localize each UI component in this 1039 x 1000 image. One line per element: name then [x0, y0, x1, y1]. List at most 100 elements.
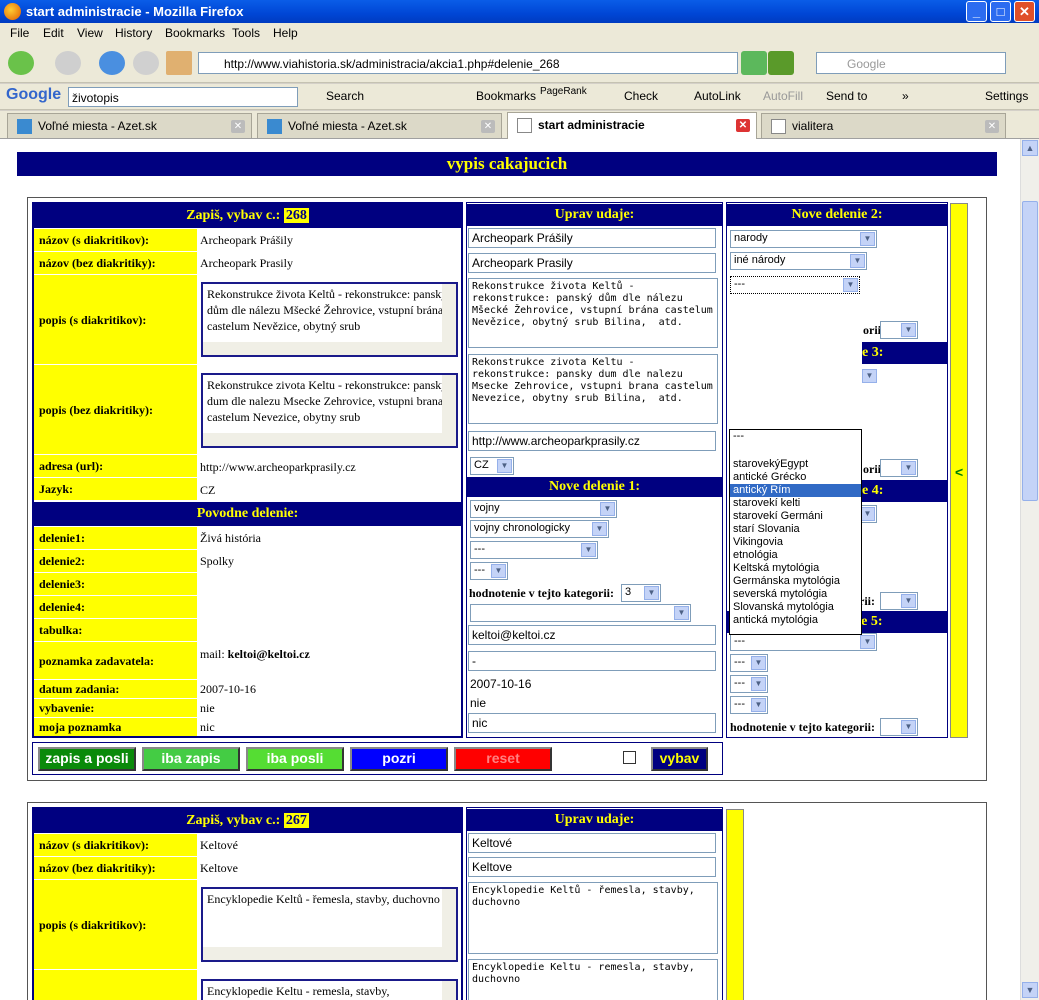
edit-dash[interactable]: -	[468, 651, 716, 671]
minimize-button[interactable]: _	[966, 1, 987, 22]
page-scrollbar[interactable]: ▲ ▼	[1020, 139, 1039, 1000]
nd1-select-4[interactable]: --- ▼	[470, 562, 508, 580]
forward-icon[interactable]	[55, 51, 81, 75]
more-button[interactable]: »	[902, 89, 909, 103]
edit2-nazov2[interactable]: Keltove	[468, 857, 716, 877]
sendto-button[interactable]: Send to	[826, 89, 867, 103]
stop-icon[interactable]	[133, 51, 159, 75]
collapse-bar[interactable]: <	[950, 203, 968, 738]
dropdown-option[interactable]: starí Slovania	[730, 523, 861, 536]
nd1-select-2[interactable]: vojny chronologicky ▼	[470, 520, 609, 538]
settings-button[interactable]: Settings	[985, 89, 1028, 103]
nd5-hodnotenie-label: hodnotenie v tejto kategorii:	[730, 720, 875, 734]
nd2-select-1[interactable]: narody ▼	[730, 230, 877, 248]
go-icon[interactable]	[741, 51, 767, 75]
value-moja: nic	[200, 720, 215, 734]
nd5-select-3[interactable]: --- ▼	[730, 675, 768, 693]
nd5-select-2[interactable]: --- ▼	[730, 654, 768, 672]
maximize-button[interactable]: □	[990, 1, 1011, 22]
zapis-a-posli-button[interactable]: zapis a posli	[38, 747, 136, 771]
nd1-select-1[interactable]: vojny ▼	[470, 500, 617, 518]
home-icon[interactable]	[166, 51, 192, 75]
tab-azet-1[interactable]: Voľné miesta - Azet.sk ✕	[7, 113, 252, 138]
nd1-hodnotenie-select[interactable]: 3 ▼	[621, 584, 661, 602]
dropdown-option[interactable]: Keltská mytológia	[730, 562, 861, 575]
menu-bookmarks[interactable]: Bookmarks	[165, 26, 225, 40]
edit-nazov[interactable]: Archeopark Prášily	[468, 228, 716, 248]
nd2-select-3[interactable]: --- ▼	[730, 276, 860, 294]
edit2-popis2[interactable]: Encyklopedie Keltu - remesla, stavby, du…	[468, 959, 718, 1000]
nd3-hodnotenie-select[interactable]: ▼	[880, 459, 918, 477]
dropdown-option[interactable]: severská mytológia	[730, 588, 861, 601]
nd2-select-2[interactable]: iné národy ▼	[730, 252, 867, 270]
autolink-button[interactable]: AutoLink	[694, 89, 741, 103]
tab-azet-2[interactable]: Voľné miesta - Azet.sk ✕	[257, 113, 502, 138]
nd5-hodnotenie-select[interactable]: ▼	[880, 718, 918, 736]
dropdown-option[interactable]	[730, 443, 861, 458]
tab-close-icon[interactable]: ✕	[736, 119, 750, 132]
dropdown-option[interactable]: starovekí kelti	[730, 497, 861, 510]
edit-popis2[interactable]: Rekonstrukce zivota Keltu - rekonstrukce…	[468, 354, 718, 424]
tab-close-icon[interactable]: ✕	[231, 120, 245, 133]
nd4-hodnotenie-select[interactable]: ▼	[880, 592, 918, 610]
menu-help[interactable]: Help	[273, 26, 298, 40]
tab-close-icon[interactable]: ✕	[481, 120, 495, 133]
dropdown-option[interactable]: etnológia	[730, 549, 861, 562]
dropdown-option[interactable]: antická mytológia	[730, 614, 861, 627]
back-icon[interactable]	[8, 51, 34, 75]
value-nazov: Archeopark Prášily	[200, 233, 293, 247]
autofill-button[interactable]: AutoFill	[763, 89, 803, 103]
scroll-up-icon[interactable]: ▲	[1022, 140, 1038, 156]
nd2-dropdown-list: --- starovekýEgypt antické Grécko antick…	[729, 429, 862, 635]
nd1-select-3[interactable]: --- ▼	[470, 541, 598, 559]
dropdown-option[interactable]: ---	[730, 430, 861, 443]
vybav-button[interactable]: vybav	[651, 747, 708, 771]
nd2-hodnotenie-select[interactable]: ▼	[880, 321, 918, 339]
edit-moja[interactable]: nic	[468, 713, 716, 733]
menu-file[interactable]: File	[10, 26, 29, 40]
menu-history[interactable]: History	[115, 26, 152, 40]
tab-close-icon[interactable]: ✕	[985, 120, 999, 133]
collapse-bar-2[interactable]	[726, 809, 744, 1000]
label-d3: delenie3:	[34, 573, 197, 595]
nd5-select-4[interactable]: --- ▼	[730, 696, 768, 714]
tab-start-administracie[interactable]: start administracie ✕	[507, 112, 757, 139]
reset-button[interactable]: reset	[454, 747, 552, 771]
edit2-popis[interactable]: Encyklopedie Keltů - řemesla, stavby, du…	[468, 882, 718, 954]
menu-edit[interactable]: Edit	[43, 26, 64, 40]
vybav-checkbox[interactable]	[623, 751, 636, 764]
iba-zapis-button[interactable]: iba zapis	[142, 747, 240, 771]
iba-posli-button[interactable]: iba posli	[246, 747, 344, 771]
edit2-nazov[interactable]: Keltové	[468, 833, 716, 853]
dropdown-option[interactable]: Vikingovia	[730, 536, 861, 549]
reload-icon[interactable]	[99, 51, 125, 75]
dropdown-option[interactable]: Slovanská mytológia	[730, 601, 861, 614]
google-search-button[interactable]: Search	[326, 89, 364, 103]
edit-url[interactable]: http://www.archeoparkprasily.cz	[468, 431, 716, 451]
nd5-select-1[interactable]: --- ▼	[730, 633, 877, 651]
dropdown-option[interactable]: antické Grécko	[730, 471, 861, 484]
edit-popis[interactable]: Rekonstrukce života Keltů - rekonstrukce…	[468, 278, 718, 348]
pozri-button[interactable]: pozri	[350, 747, 448, 771]
addon-icon[interactable]	[768, 51, 794, 75]
search-input[interactable]: Google	[816, 52, 1006, 74]
close-button[interactable]: ✕	[1014, 1, 1035, 22]
tab-vialitera[interactable]: vialitera ✕	[761, 113, 1006, 138]
scroll-thumb[interactable]	[1022, 201, 1038, 501]
edit-mail[interactable]: keltoi@keltoi.cz	[468, 625, 716, 645]
nd3-select-1[interactable]: ▼	[862, 368, 877, 386]
edit-nazov2[interactable]: Archeopark Prasily	[468, 253, 716, 273]
check-button[interactable]: Check	[624, 89, 658, 103]
url-bar[interactable]: http://www.viahistoria.sk/administracia/…	[198, 52, 738, 74]
google-bookmarks-button[interactable]: Bookmarks	[476, 89, 536, 103]
dropdown-option-selected[interactable]: antický Rím	[730, 484, 861, 497]
menu-tools[interactable]: Tools	[232, 26, 260, 40]
menu-view[interactable]: View	[77, 26, 103, 40]
edit-jazyk-select[interactable]: CZ ▼	[470, 457, 514, 475]
nd1-select-5[interactable]: ▼	[470, 604, 691, 622]
scroll-down-icon[interactable]: ▼	[1022, 982, 1038, 998]
google-query-input[interactable]: životopis	[68, 87, 298, 107]
dropdown-option[interactable]: Germánska mytológia	[730, 575, 861, 588]
dropdown-option[interactable]: starovekí Germáni	[730, 510, 861, 523]
dropdown-option[interactable]: starovekýEgypt	[730, 458, 861, 471]
